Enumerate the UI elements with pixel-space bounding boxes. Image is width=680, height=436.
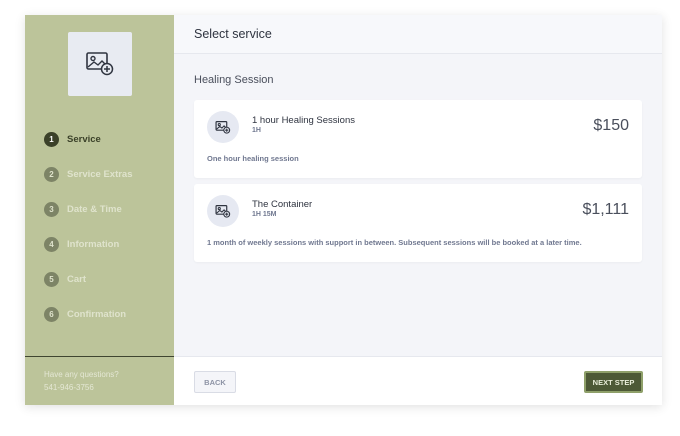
step-service-extras[interactable]: 2 Service Extras	[44, 157, 133, 192]
step-number: 2	[44, 167, 59, 182]
service-price: $150	[593, 117, 629, 134]
avatar	[68, 32, 132, 96]
step-label: Confirmation	[67, 309, 127, 320]
service-description: 1 month of weekly sessions with support …	[207, 238, 582, 247]
step-number: 3	[44, 202, 59, 217]
image-add-icon	[215, 120, 231, 134]
image-add-icon	[86, 52, 114, 76]
page-title: Select service	[194, 27, 272, 41]
service-duration: 1H 15M	[252, 211, 277, 218]
footer: BACK NEXT STEP	[174, 356, 662, 405]
step-number: 6	[44, 307, 59, 322]
image-add-icon	[215, 204, 231, 218]
service-image	[207, 195, 239, 227]
next-step-button[interactable]: NEXT STEP	[584, 371, 643, 393]
step-label: Service	[67, 134, 101, 145]
help-contact: Have any questions? 541-946-3756	[44, 368, 119, 394]
service-description: One hour healing session	[207, 154, 299, 163]
step-label: Service Extras	[67, 169, 133, 180]
step-service[interactable]: 1 Service	[44, 122, 133, 157]
category-title: Healing Session	[194, 74, 274, 86]
step-confirmation[interactable]: 6 Confirmation	[44, 297, 133, 332]
service-card[interactable]: 1 hour Healing Sessions 1H $150 One hour…	[194, 100, 642, 178]
service-image	[207, 111, 239, 143]
help-phone[interactable]: 541-946-3756	[44, 381, 119, 394]
step-date-time[interactable]: 3 Date & Time	[44, 192, 133, 227]
help-text: Have any questions?	[44, 370, 119, 379]
service-card[interactable]: The Container 1H 15M $1,111 1 month of w…	[194, 184, 642, 262]
step-label: Information	[67, 239, 120, 250]
step-label: Cart	[67, 274, 87, 285]
steps-list: 1 Service 2 Service Extras 3 Date & Time…	[44, 122, 133, 332]
booking-widget: 1 Service 2 Service Extras 3 Date & Time…	[25, 15, 662, 405]
main-panel: Select service Healing Session 1 hour He…	[174, 15, 662, 405]
step-cart[interactable]: 5 Cart	[44, 262, 133, 297]
back-button[interactable]: BACK	[194, 371, 236, 393]
sidebar: 1 Service 2 Service Extras 3 Date & Time…	[25, 15, 174, 405]
service-duration: 1H	[252, 127, 261, 134]
step-label: Date & Time	[67, 204, 122, 215]
service-name: 1 hour Healing Sessions	[252, 115, 355, 126]
step-number: 5	[44, 272, 59, 287]
step-number: 1	[44, 132, 59, 147]
step-number: 4	[44, 237, 59, 252]
sidebar-divider	[25, 356, 174, 357]
service-price: $1,111	[582, 201, 629, 218]
step-information[interactable]: 4 Information	[44, 227, 133, 262]
main-header: Select service	[174, 15, 662, 54]
service-name: The Container	[252, 199, 313, 210]
